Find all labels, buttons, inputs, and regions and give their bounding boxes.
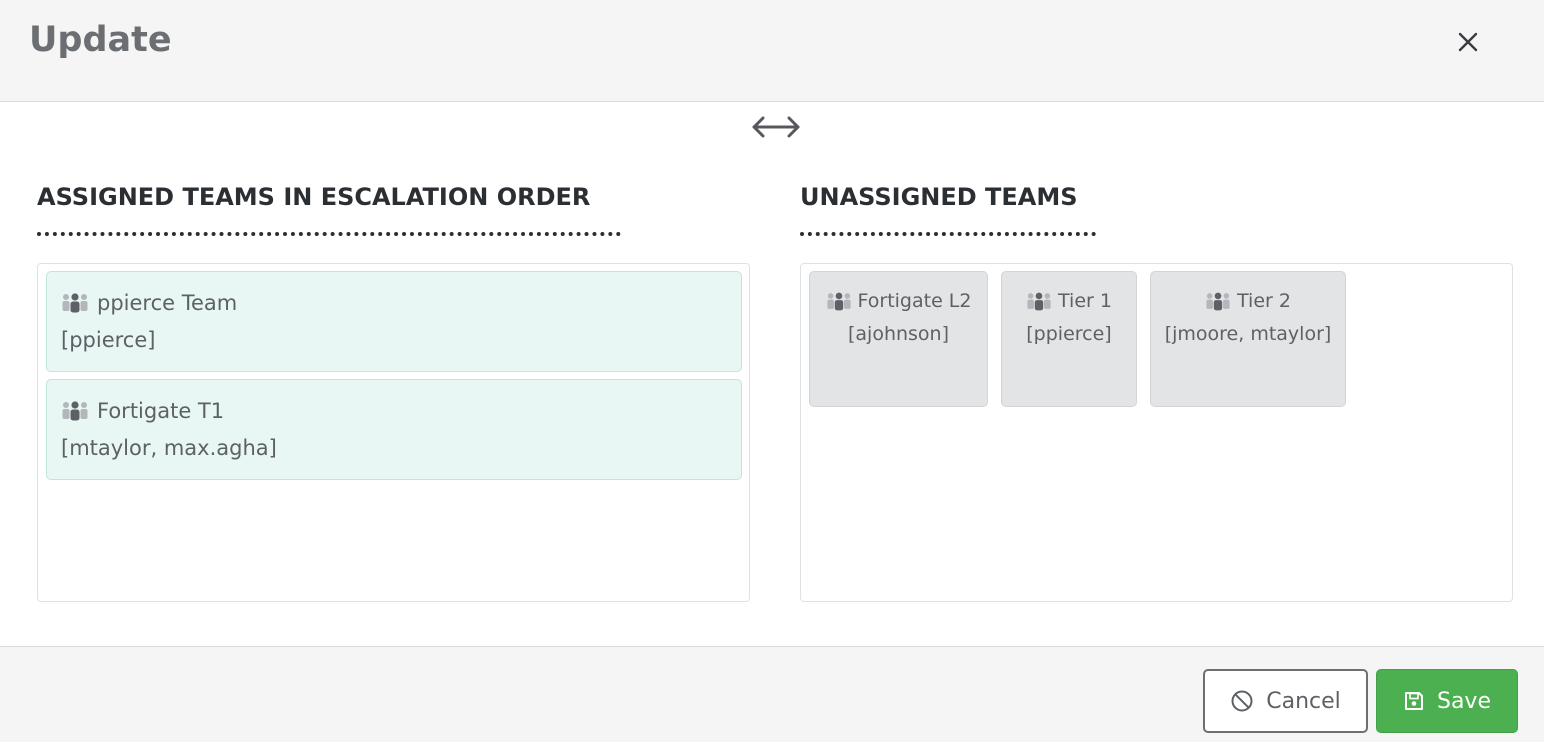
modal-header: Update [0, 0, 1544, 102]
unassigned-teams-list[interactable]: Fortigate L2 [ajohnson] Tier 1 [ppierce] [800, 263, 1513, 602]
team-members: [jmoore, mtaylor] [1164, 323, 1332, 345]
users-icon [1027, 292, 1051, 310]
unassigned-teams-heading: UNASSIGNED TEAMS [800, 183, 1078, 211]
update-modal: Update ASSIGNED TEAMS IN ESCALATION ORDE… [0, 0, 1544, 742]
save-button-label: Save [1436, 688, 1491, 714]
assigned-teams-heading: ASSIGNED TEAMS IN ESCALATION ORDER [37, 183, 591, 211]
team-name: ppierce Team [97, 291, 238, 315]
assigned-team-card[interactable]: ppierce Team [ppierce] [46, 271, 742, 372]
ban-icon [1230, 689, 1254, 713]
floppy-disk-icon [1403, 690, 1425, 712]
team-name: Tier 1 [1058, 290, 1112, 312]
team-members: [ppierce] [61, 328, 156, 352]
modal-footer: Cancel Save [0, 646, 1544, 742]
team-name: Fortigate L2 [857, 290, 972, 312]
unassigned-heading-underline [800, 232, 1096, 236]
team-members: [ppierce] [1026, 323, 1112, 345]
team-name: Fortigate T1 [97, 399, 225, 423]
cancel-button-label: Cancel [1266, 688, 1341, 714]
left-right-arrow-icon [752, 116, 800, 138]
users-icon [826, 292, 851, 310]
unassigned-team-card[interactable]: Tier 2 [jmoore, mtaylor] [1150, 271, 1346, 407]
assigned-teams-list[interactable]: ppierce Team [ppierce] Fortigate T1 [mta… [37, 263, 750, 602]
users-icon [1206, 292, 1230, 310]
save-button[interactable]: Save [1376, 669, 1518, 733]
assigned-heading-underline [37, 232, 621, 236]
modal-title: Update [29, 20, 172, 60]
assigned-team-card[interactable]: Fortigate T1 [mtaylor, max.agha] [46, 379, 742, 480]
team-members: [ajohnson] [847, 323, 950, 345]
users-icon [62, 293, 88, 313]
users-icon [62, 401, 88, 421]
cancel-button[interactable]: Cancel [1203, 669, 1368, 733]
close-button[interactable] [1448, 22, 1488, 62]
close-icon [1458, 32, 1478, 52]
team-members: [mtaylor, max.agha] [61, 436, 277, 460]
unassigned-team-card[interactable]: Fortigate L2 [ajohnson] [809, 271, 988, 407]
team-name: Tier 2 [1237, 290, 1291, 312]
unassigned-team-card[interactable]: Tier 1 [ppierce] [1001, 271, 1137, 407]
